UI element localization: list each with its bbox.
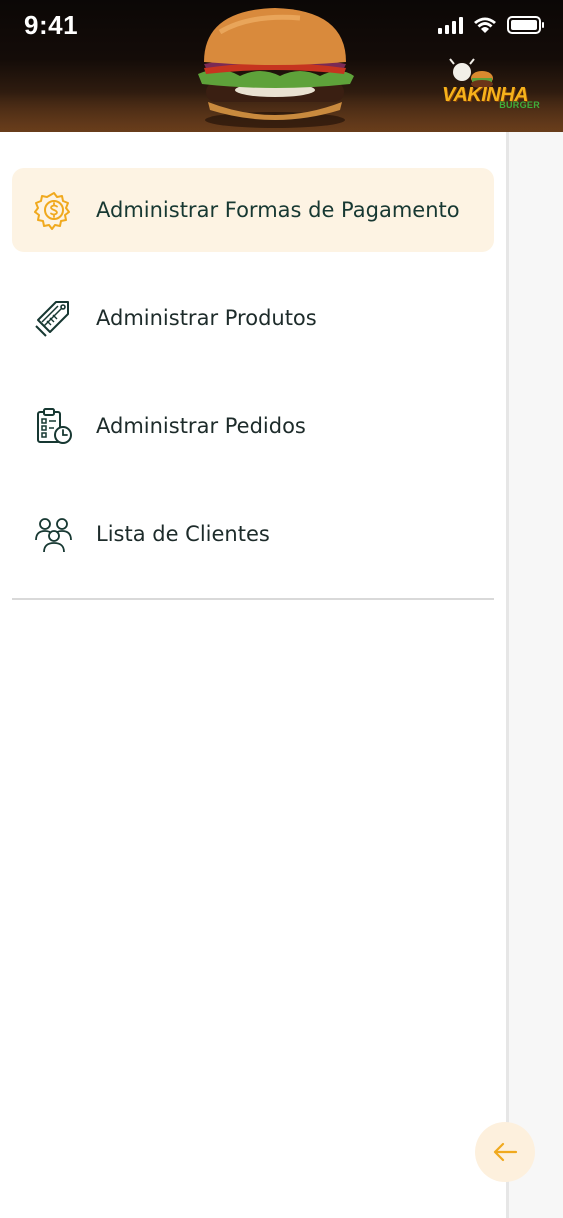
wifi-icon bbox=[474, 17, 496, 33]
menu-item-clients[interactable]: Lista de Clientes bbox=[12, 492, 494, 576]
payment-settings-icon bbox=[34, 192, 70, 230]
menu-item-orders[interactable]: Administrar Pedidos bbox=[12, 384, 494, 468]
clients-group-icon bbox=[35, 518, 72, 553]
menu-item-products[interactable]: Administrar Produtos bbox=[12, 276, 494, 360]
menu-item-label: Administrar Pedidos bbox=[96, 414, 306, 438]
header-banner: 9:41 VAKINHA BURGER bbox=[0, 0, 563, 132]
status-icons bbox=[438, 16, 544, 34]
menu-item-label: Administrar Formas de Pagamento bbox=[96, 198, 460, 222]
brand-logo: VAKINHA BURGER bbox=[438, 58, 542, 114]
arrow-left-icon bbox=[493, 1142, 518, 1162]
status-time: 9:41 bbox=[24, 10, 79, 40]
orders-clipboard-icon bbox=[37, 408, 72, 444]
battery-icon bbox=[507, 16, 544, 34]
content-scrim[interactable] bbox=[506, 132, 563, 1218]
burger-image bbox=[198, 8, 354, 128]
product-tag-icon bbox=[35, 301, 69, 337]
menu-item-label: Lista de Clientes bbox=[96, 522, 270, 546]
logo-subtitle: BURGER bbox=[499, 100, 540, 110]
drawer-menu: Administrar Formas de Pagamento Administ… bbox=[12, 168, 494, 600]
menu-item-payment-methods[interactable]: Administrar Formas de Pagamento bbox=[12, 168, 494, 252]
back-button[interactable] bbox=[475, 1122, 535, 1182]
navigation-drawer: Administrar Formas de Pagamento Administ… bbox=[0, 132, 506, 1218]
menu-item-label: Administrar Produtos bbox=[96, 306, 317, 330]
menu-divider bbox=[12, 598, 494, 600]
signal-icon bbox=[438, 16, 463, 34]
